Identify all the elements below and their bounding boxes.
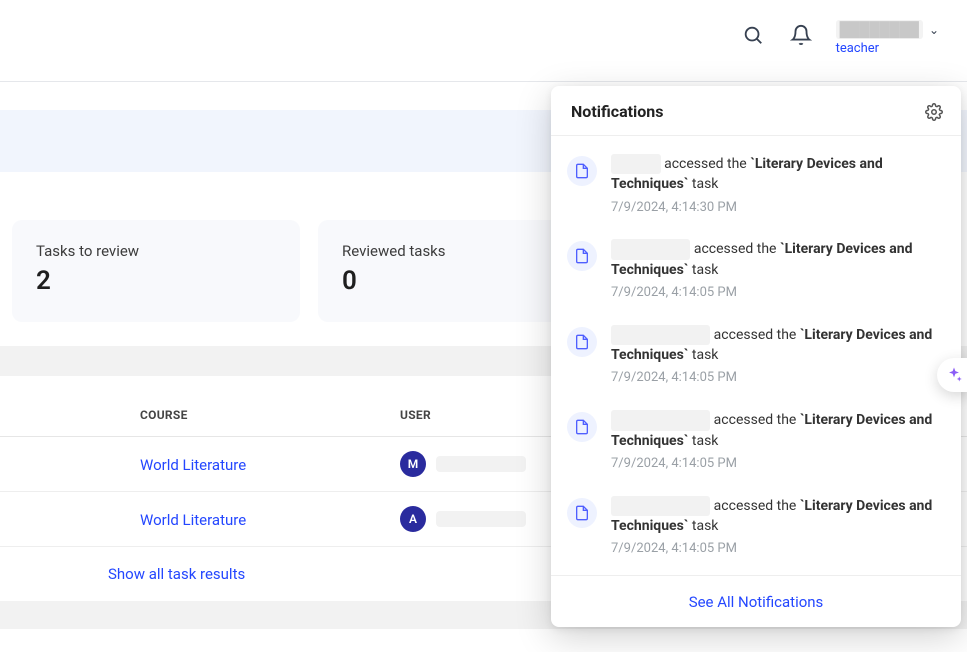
notification-item[interactable]: ██████████ accessed the `Literary Device… xyxy=(567,398,943,483)
card-label: Reviewed tasks xyxy=(342,242,582,260)
notifications-header: Notifications xyxy=(551,86,961,136)
document-icon xyxy=(567,327,597,357)
notification-suffix: task xyxy=(688,176,718,192)
document-icon xyxy=(567,241,597,271)
user-name-cell xyxy=(436,456,526,472)
notification-body: ████████ accessed the `Literary Devices … xyxy=(611,239,943,302)
notification-item[interactable]: ████████ accessed the `Literary Devices … xyxy=(567,227,943,312)
notification-suffix: task xyxy=(688,433,718,449)
notification-body: █████ accessed the `Literary Devices and… xyxy=(611,154,943,217)
notification-actor: ██████████ xyxy=(611,496,710,516)
notifications-list: █████ accessed the `Literary Devices and… xyxy=(551,136,961,575)
notification-suffix: task xyxy=(688,347,718,363)
bell-icon[interactable] xyxy=(788,22,814,48)
notification-body: ██████████ accessed the `Literary Device… xyxy=(611,496,943,559)
notification-verb: accessed the xyxy=(710,327,800,343)
notification-suffix: task xyxy=(688,262,718,278)
notification-actor: ████████ xyxy=(611,239,690,259)
course-link[interactable]: World Literature xyxy=(140,511,246,529)
user-menu[interactable]: ████████ ⌄ teacher xyxy=(836,20,939,56)
gear-icon[interactable] xyxy=(925,103,943,121)
card-label: Tasks to review xyxy=(36,242,276,260)
notification-actor: ██████████ xyxy=(611,410,710,430)
course-link[interactable]: World Literature xyxy=(140,456,246,474)
notification-actor: ██████████ xyxy=(611,325,710,345)
app-header: ████████ ⌄ teacher xyxy=(0,0,967,82)
avatar: A xyxy=(400,506,426,532)
notification-verb: accessed the xyxy=(710,412,800,428)
card-value: 2 xyxy=(36,266,276,296)
see-all-notifications-link[interactable]: See All Notifications xyxy=(689,593,824,611)
notification-time: 7/9/2024, 4:14:05 PM xyxy=(611,455,943,474)
notification-verb: accessed the xyxy=(690,241,780,257)
chevron-down-icon: ⌄ xyxy=(929,23,939,37)
notification-time: 7/9/2024, 4:14:30 PM xyxy=(611,199,943,218)
document-icon xyxy=(567,156,597,186)
sparkle-fab[interactable] xyxy=(937,358,967,392)
notifications-panel: Notifications █████ accessed the `Litera… xyxy=(551,86,961,627)
notification-time: 7/9/2024, 4:14:05 PM xyxy=(611,540,943,559)
notification-body: ██████████ accessed the `Literary Device… xyxy=(611,325,943,388)
avatar: M xyxy=(400,451,426,477)
notification-time: 7/9/2024, 4:14:05 PM xyxy=(611,369,943,388)
notification-verb: accessed the xyxy=(710,498,800,514)
notification-suffix: task xyxy=(688,518,718,534)
notifications-title: Notifications xyxy=(571,102,664,121)
document-icon xyxy=(567,412,597,442)
notifications-footer: See All Notifications xyxy=(551,575,961,627)
card-value: 0 xyxy=(342,266,582,296)
notification-item[interactable]: ██████████ accessed the `Literary Device… xyxy=(567,484,943,569)
search-icon[interactable] xyxy=(740,22,766,48)
notification-time: 7/9/2024, 4:14:05 PM xyxy=(611,284,943,303)
col-header-course: COURSE xyxy=(0,394,400,437)
notification-actor: █████ xyxy=(611,154,661,174)
notification-body: ██████████ accessed the `Literary Device… xyxy=(611,410,943,473)
sparkle-icon xyxy=(945,366,963,384)
notification-item[interactable]: ██████████ accessed the `Literary Device… xyxy=(567,313,943,398)
notification-verb: accessed the xyxy=(661,156,751,172)
document-icon xyxy=(567,498,597,528)
card-tasks-to-review: Tasks to review 2 xyxy=(12,220,300,322)
user-name-cell xyxy=(436,511,526,527)
user-name: ████████ xyxy=(836,20,923,39)
user-role: teacher xyxy=(836,41,879,56)
notification-item[interactable]: █████ accessed the `Literary Devices and… xyxy=(567,142,943,227)
